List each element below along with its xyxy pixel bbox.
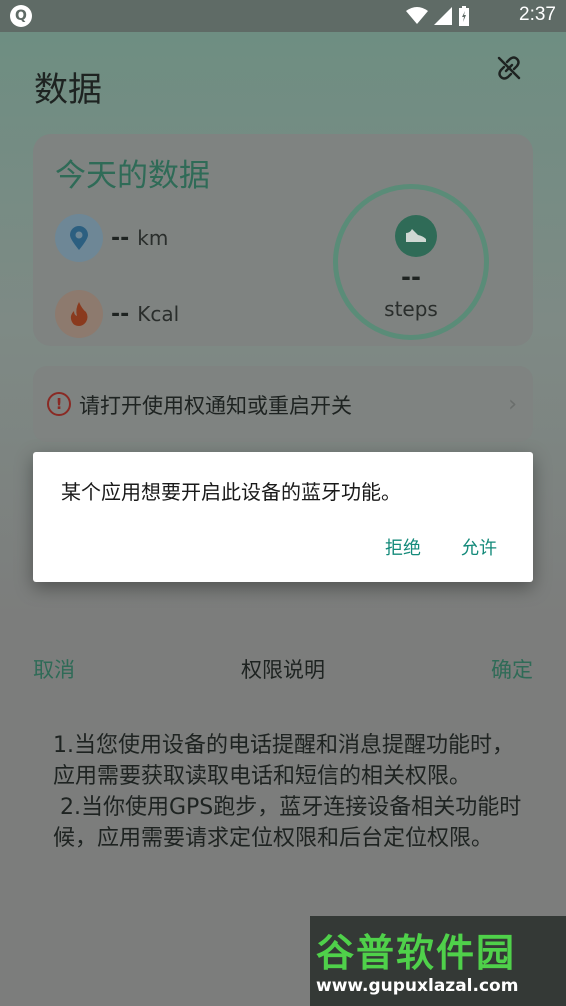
allow-button[interactable]: 允许 xyxy=(461,534,497,560)
page-title: 数据 xyxy=(34,70,102,110)
wifi-icon xyxy=(406,7,428,24)
battery-icon xyxy=(459,6,469,26)
notification-permission-notice[interactable]: ! 请打开使用权通知或重启开关 › xyxy=(33,366,533,442)
steps-ring: -- steps xyxy=(333,184,489,340)
steps-unit: steps xyxy=(384,297,438,321)
status-icons xyxy=(406,6,470,26)
distance-unit: km xyxy=(137,226,169,250)
warning-icon: ! xyxy=(47,392,71,416)
link-broken-icon[interactable] xyxy=(495,54,523,82)
permission-title: 权限说明 xyxy=(241,658,325,682)
app-notification-icon: Q xyxy=(10,5,32,27)
signal-icon xyxy=(434,7,452,25)
watermark-logo: 谷普软件园 www.gupuxlazal.com xyxy=(310,916,566,1006)
watermark-main-text: 谷普软件园 xyxy=(316,931,517,975)
shoe-icon xyxy=(395,215,437,257)
today-data-card[interactable]: 今天的数据 -- km -- Kcal -- steps xyxy=(33,134,533,346)
calories-value: -- xyxy=(111,301,130,327)
permission-sheet-header: 权限说明 取消 确定 xyxy=(0,644,566,694)
status-bar: Q 2:37 xyxy=(0,0,566,32)
confirm-button[interactable]: 确定 xyxy=(491,654,533,684)
distance-value: -- xyxy=(111,225,130,251)
deny-button[interactable]: 拒绝 xyxy=(385,534,421,560)
flame-icon xyxy=(55,290,103,338)
calories-unit: Kcal xyxy=(137,302,180,326)
notice-text: 请打开使用权通知或重启开关 xyxy=(79,394,352,418)
dialog-message: 某个应用想要开启此设备的蓝牙功能。 xyxy=(61,480,401,504)
location-pin-icon xyxy=(55,214,103,262)
permission-description: 1.当您使用设备的电话提醒和消息提醒功能时，应用需要获取读取电话和短信的相关权限… xyxy=(53,733,522,851)
steps-value: -- xyxy=(401,263,421,291)
chevron-right-icon: › xyxy=(508,392,517,417)
watermark-url: www.gupuxlazal.com xyxy=(316,976,519,996)
cancel-button[interactable]: 取消 xyxy=(33,654,75,684)
status-time: 2:37 xyxy=(519,4,556,25)
today-card-title: 今天的数据 xyxy=(55,158,210,194)
distance-metric: -- km xyxy=(55,214,168,262)
bluetooth-permission-dialog: 某个应用想要开启此设备的蓝牙功能。 拒绝 允许 xyxy=(33,452,533,582)
calories-metric: -- Kcal xyxy=(55,290,179,338)
